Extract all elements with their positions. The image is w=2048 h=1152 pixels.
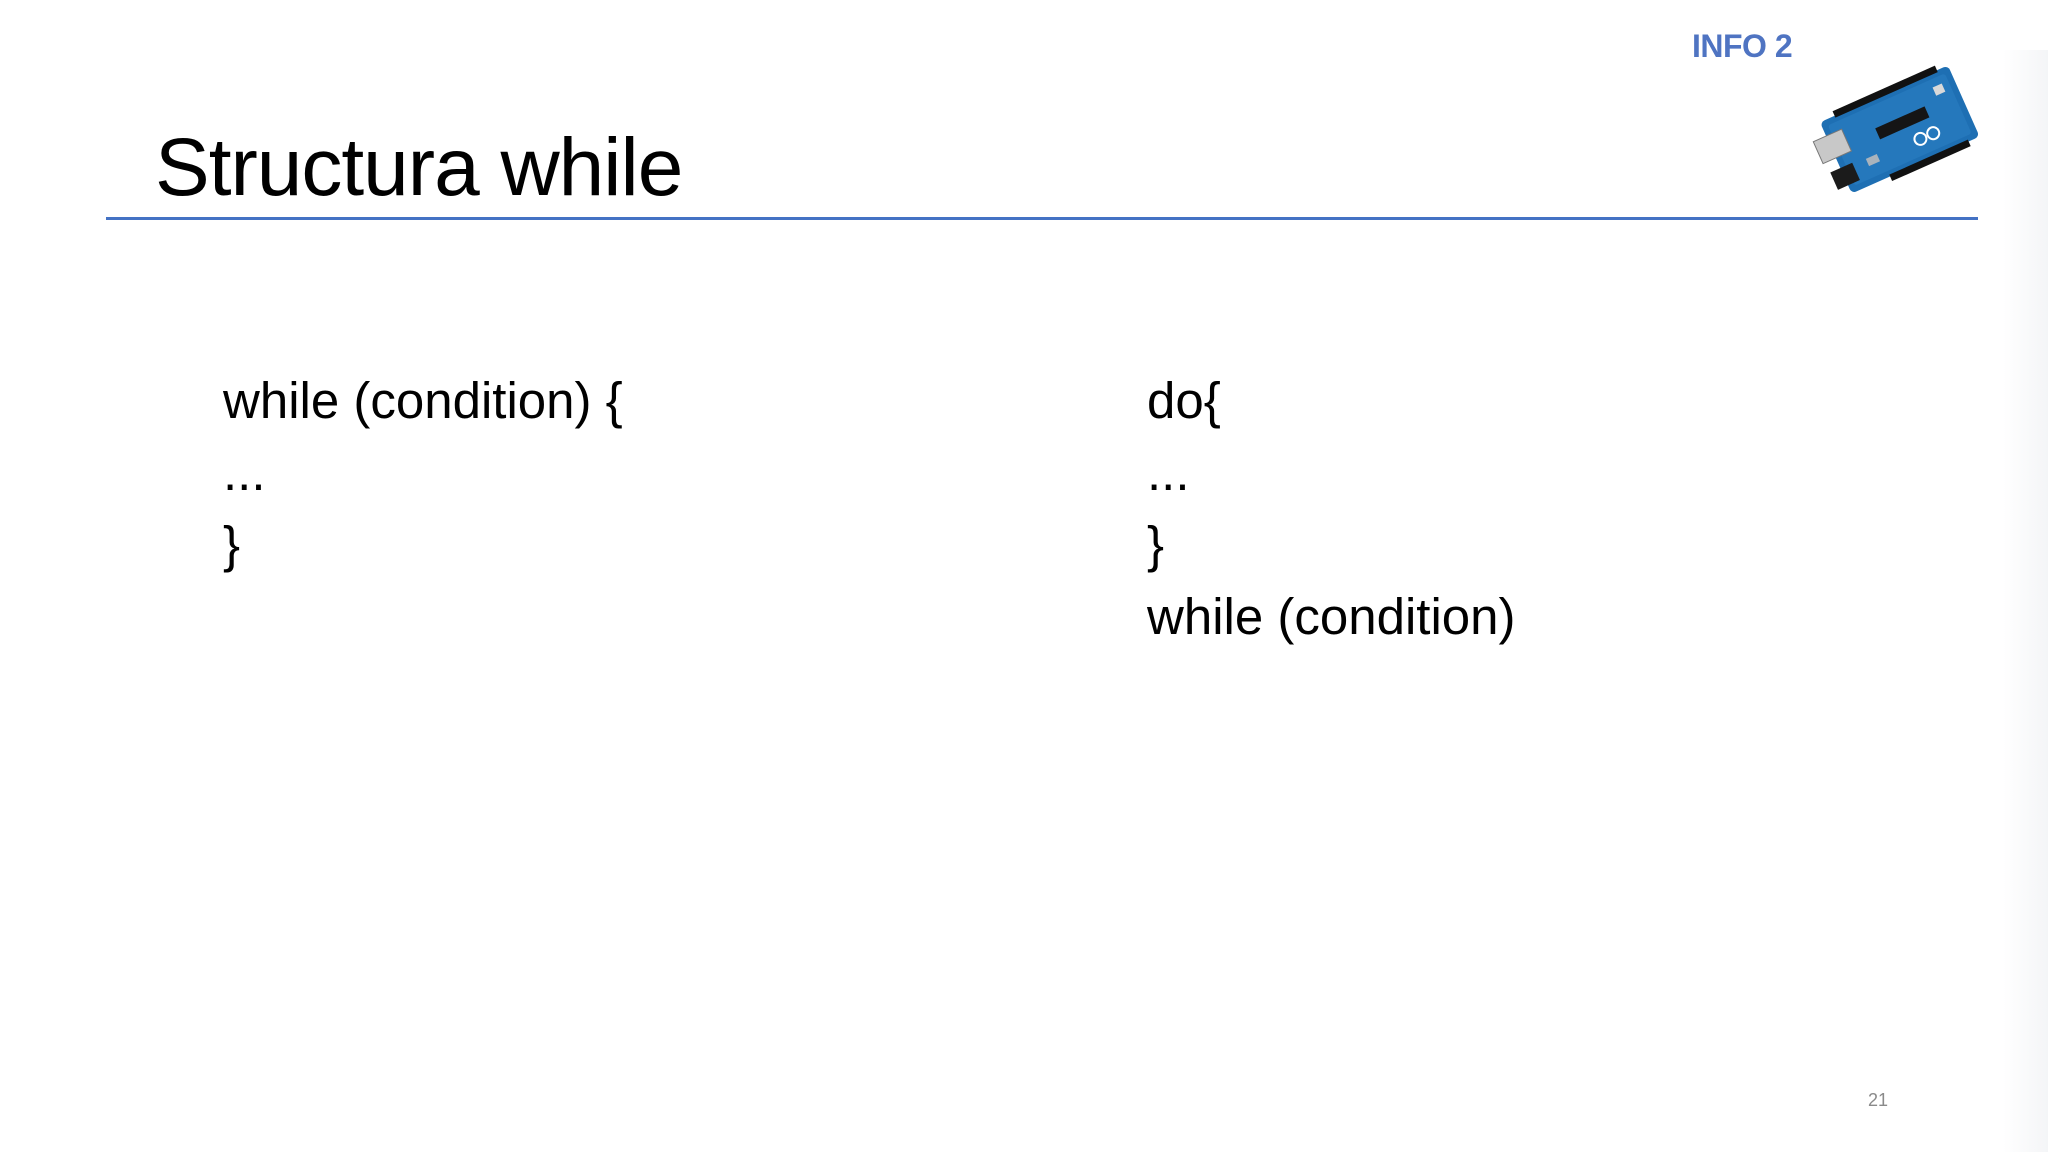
code-line: } <box>223 516 241 573</box>
slide-edge-shade <box>2003 50 2048 1152</box>
page-number: 21 <box>1868 1090 1889 1110</box>
course-badge: INFO 2 <box>1692 28 1793 64</box>
arduino-board-icon <box>1812 65 1979 192</box>
title-divider <box>106 217 1978 220</box>
code-line: while (condition) { <box>223 372 623 429</box>
slide: INFO 2 Structura while while (condition)… <box>0 0 2048 1152</box>
code-line: ... <box>223 444 266 501</box>
code-line: ... <box>1147 444 1190 501</box>
code-line: do{ <box>1147 372 1221 429</box>
code-line: while (condition) <box>1147 588 1516 645</box>
while-code-block: while (condition) { ... } <box>223 365 623 581</box>
do-while-code-block: do{ ... } while (condition) <box>1147 365 1516 653</box>
slide-title: Structura while <box>155 122 683 213</box>
code-line: } <box>1147 516 1165 573</box>
